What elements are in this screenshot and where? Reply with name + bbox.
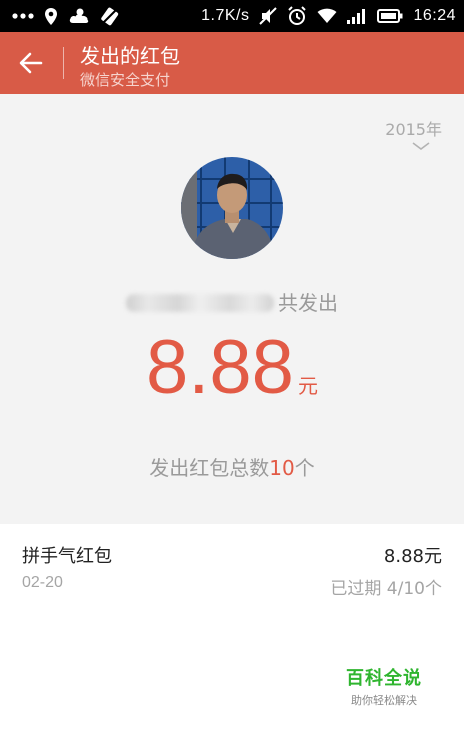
wifi-icon [317, 6, 337, 26]
packet-count: 发出红包总数10个 [0, 452, 464, 481]
count-suffix: 个 [294, 456, 315, 480]
app-header: 发出的红包 微信安全支付 [0, 32, 464, 94]
alarm-icon [287, 6, 307, 26]
watermark-main: 百科全说 [346, 668, 422, 689]
list-item[interactable]: 拼手气红包 02-20 8.88元 已过期 4/10个 [0, 524, 464, 604]
count-value: 10 [269, 456, 295, 480]
page-title: 发出的红包 [80, 44, 180, 68]
amount-value: 8.88 [146, 325, 294, 410]
packet-date: 02-20 [22, 574, 63, 591]
packet-amount: 8.88元 [383, 546, 442, 567]
chevron-down-icon [412, 142, 430, 150]
clock-time: 16:24 [413, 7, 456, 24]
status-bar: 1.7K/s 16:24 [0, 0, 464, 32]
packet-type: 拼手气红包 [22, 546, 112, 567]
location-pin-icon [44, 6, 58, 26]
sender-name-redacted [126, 294, 274, 312]
total-amount: 8.88 元 [0, 326, 464, 410]
avatar [181, 157, 283, 259]
back-arrow-icon [19, 52, 43, 74]
sender-line: 共发出 [0, 287, 464, 315]
more-dots-icon [12, 6, 34, 26]
network-speed: 1.7K/s [201, 7, 250, 24]
amount-unit: 元 [297, 374, 318, 398]
page-subtitle: 微信安全支付 [80, 71, 171, 89]
year-selector[interactable]: 2015年 [372, 116, 442, 150]
no-sim-icon [100, 6, 120, 26]
watermark-sub: 助你轻松解决 [351, 694, 417, 707]
back-button[interactable] [14, 46, 48, 80]
sender-suffix: 共发出 [278, 291, 338, 315]
battery-icon [377, 6, 403, 26]
header-divider [63, 47, 64, 79]
packet-status: 已过期 4/10个 [330, 579, 442, 599]
mute-icon [259, 6, 278, 26]
year-label: 2015年 [385, 120, 442, 139]
count-prefix: 发出红包总数 [149, 456, 270, 480]
watermark-logo: 百科全说 助你轻松解决 [334, 664, 434, 708]
signal-icon [347, 6, 367, 26]
summary-panel: 2015年 共发出 8.88 元 发出红包总数10个 [0, 94, 464, 524]
weather-cloud-icon [68, 6, 90, 26]
